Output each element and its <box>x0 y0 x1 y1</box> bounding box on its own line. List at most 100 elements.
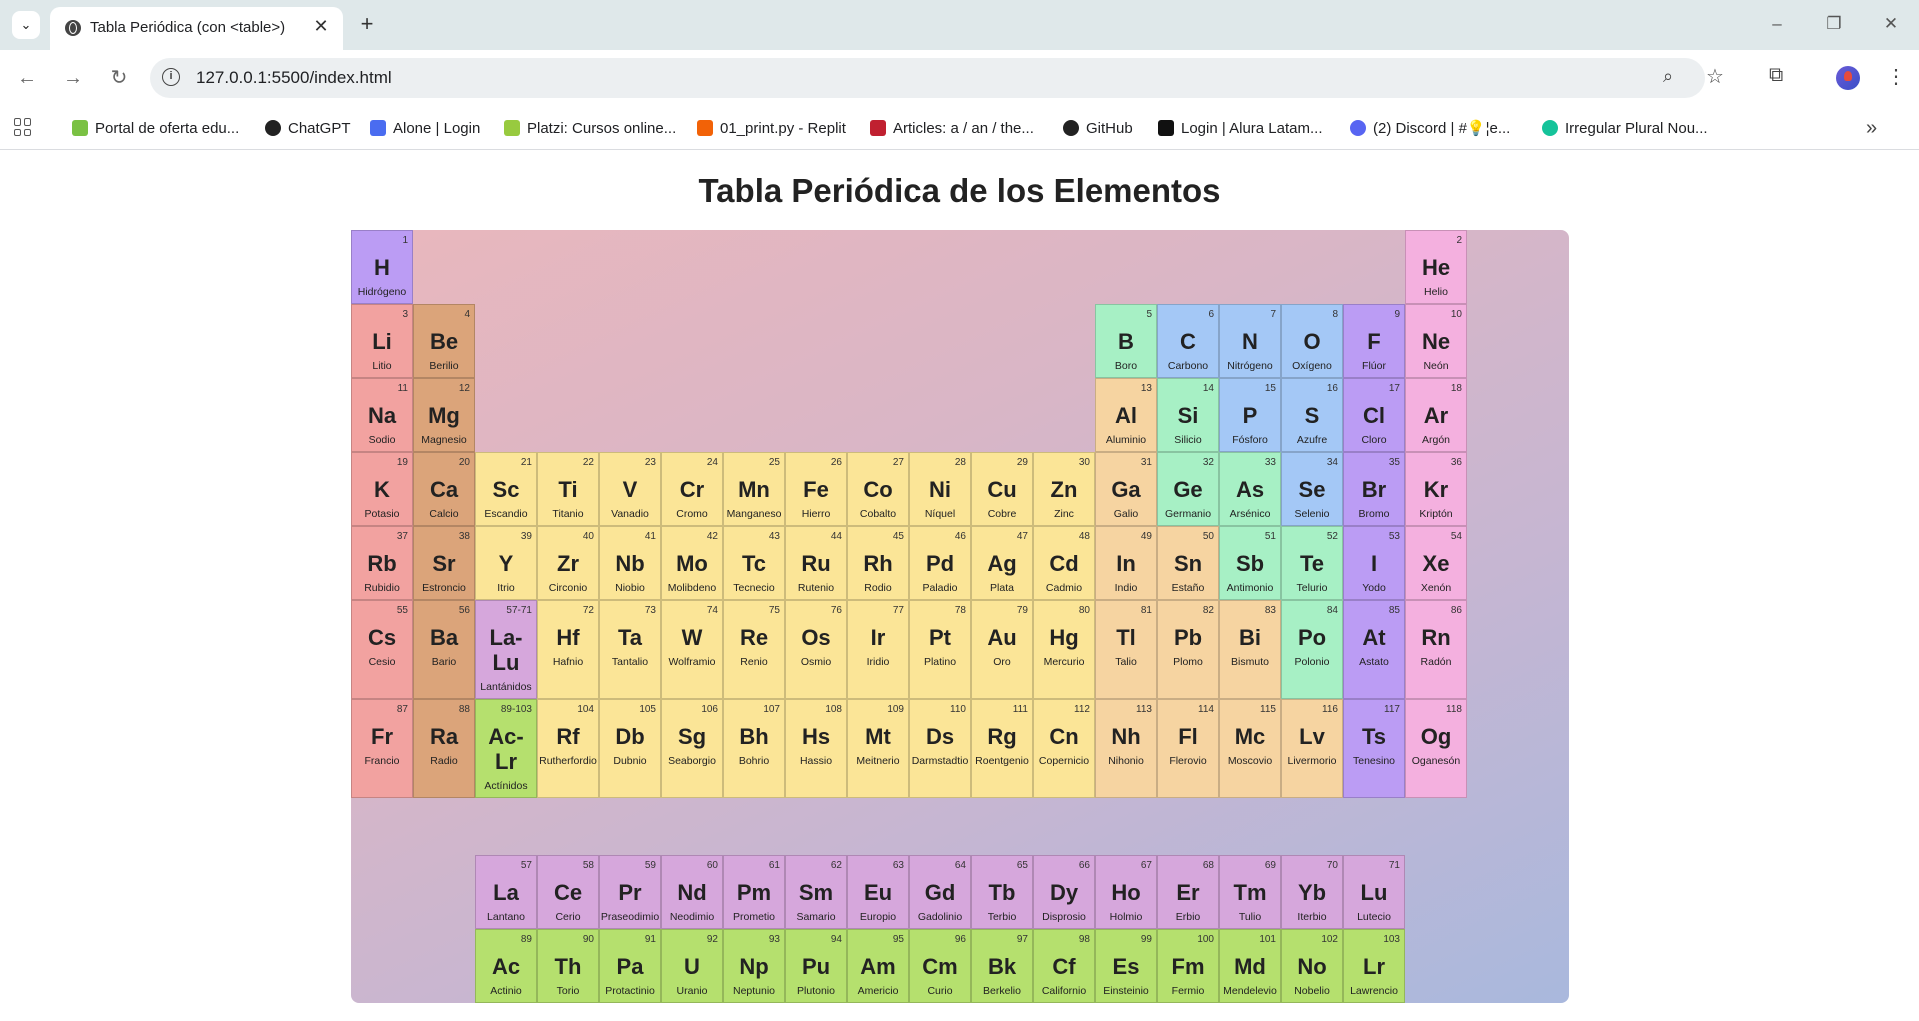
menu-kebab-icon[interactable]: ⋮ <box>1886 64 1906 89</box>
element-symbol: V <box>622 477 638 502</box>
atomic-number: 84 <box>1326 605 1338 616</box>
element-symbol: Pr <box>618 880 642 905</box>
bookmark-item[interactable]: 01_print.py - Replit <box>697 115 846 141</box>
element-symbol: Rh <box>863 551 893 576</box>
element-cell: 109 Mt Meitnerio <box>847 699 909 798</box>
atomic-number: 57 <box>520 860 532 871</box>
atomic-number: 75 <box>768 605 780 616</box>
tab-search-chevron-icon[interactable]: ⌄ <box>12 11 40 39</box>
bookmark-item[interactable]: Irregular Plural Nou... <box>1542 115 1708 141</box>
bookmark-item[interactable]: GitHub <box>1063 115 1133 141</box>
tab-close-icon[interactable]: ✕ <box>311 16 331 36</box>
active-tab[interactable]: Tabla Periódica (con <table>) ✕ <box>50 7 343 50</box>
element-cell: 22 Ti Titanio <box>537 452 599 526</box>
page-title: Tabla Periódica de los Elementos <box>698 172 1221 209</box>
bookmark-item[interactable]: Alone | Login <box>370 115 480 141</box>
bookmark-star-icon[interactable]: ☆ <box>1706 64 1724 89</box>
bookmark-item[interactable]: Portal de oferta edu... <box>72 115 239 141</box>
element-symbol: Dy <box>1049 880 1079 905</box>
extensions-puzzle-icon[interactable]: ⧉ <box>1769 64 1783 87</box>
atomic-number: 35 <box>1388 457 1400 468</box>
site-info-icon[interactable]: i <box>162 68 180 86</box>
atomic-number: 101 <box>1259 934 1276 945</box>
element-symbol: Ne <box>1421 329 1451 354</box>
element-cell: 19 K Potasio <box>351 452 413 526</box>
element-cell: 117 Ts Tenesino <box>1343 699 1405 798</box>
forward-arrow-icon[interactable]: → <box>61 66 85 90</box>
atomic-number: 27 <box>892 457 904 468</box>
atomic-number: 39 <box>520 531 532 542</box>
element-symbol: Br <box>1361 477 1387 502</box>
atomic-number: 12 <box>458 383 470 394</box>
atomic-number: 25 <box>768 457 780 468</box>
atomic-number: 34 <box>1326 457 1338 468</box>
close-window-icon[interactable]: ✕ <box>1878 14 1904 34</box>
bookmarks-overflow-icon[interactable]: » <box>1866 117 1877 140</box>
bookmark-item[interactable]: (2) Discord | #💡¦e... <box>1350 115 1510 141</box>
element-cell: 116 Lv Livermorio <box>1281 699 1343 798</box>
minimize-icon[interactable]: – <box>1764 14 1790 34</box>
element-symbol: Lv <box>1299 724 1325 749</box>
element-cell: 86 Rn Radón <box>1405 600 1467 699</box>
element-cell: 55 Cs Cesio <box>351 600 413 699</box>
element-cell: 4 Be Berilio <box>413 304 475 378</box>
profile-avatar[interactable] <box>1836 66 1860 90</box>
zoom-out-icon[interactable]: ⌕ <box>1663 66 1673 87</box>
atomic-number: 71 <box>1388 860 1400 871</box>
apps-grid-icon[interactable] <box>14 118 32 136</box>
element-symbol: Ag <box>987 551 1017 576</box>
element-symbol: Hs <box>801 724 831 749</box>
browser-toolbar: ← → ↻ i 127.0.0.1:5500/index.html ⌕ ☆ ⧉ … <box>0 50 1919 107</box>
element-symbol: Os <box>801 625 831 650</box>
element-symbol: Tb <box>988 880 1016 905</box>
element-symbol: Es <box>1112 954 1140 979</box>
element-symbol: Rn <box>1421 625 1451 650</box>
element-cell: 40 Zr Circonio <box>537 526 599 600</box>
back-arrow-icon[interactable]: ← <box>15 66 39 90</box>
new-tab-plus-icon[interactable]: + <box>355 12 379 36</box>
reload-icon[interactable]: ↻ <box>107 66 131 90</box>
atomic-number: 79 <box>1016 605 1028 616</box>
atomic-number: 116 <box>1322 704 1338 715</box>
atomic-number: 37 <box>396 531 408 542</box>
atomic-number: 65 <box>1016 860 1028 871</box>
bookmark-item[interactable]: Platzi: Cursos online... <box>504 115 676 141</box>
atomic-number: 93 <box>768 934 780 945</box>
element-cell: 103 Lr Lawrencio <box>1343 929 1405 1003</box>
element-cell: 79 Au Oro <box>971 600 1033 699</box>
element-cell: 12 Mg Magnesio <box>413 378 475 452</box>
element-cell: 95 Am Americio <box>847 929 909 1003</box>
element-name: Helio <box>1424 286 1448 298</box>
atomic-number: 104 <box>577 704 594 715</box>
bookmark-item[interactable]: Articles: a / an / the... <box>870 115 1034 141</box>
alura-icon <box>1158 120 1174 136</box>
address-bar[interactable]: i 127.0.0.1:5500/index.html ⌕ ☆ <box>150 58 1724 98</box>
element-symbol: Yb <box>1297 880 1327 905</box>
atomic-number: 48 <box>1078 531 1090 542</box>
element-symbol: Hg <box>1049 625 1079 650</box>
element-symbol: Sg <box>677 724 707 749</box>
atomic-number: 68 <box>1202 860 1214 871</box>
atomic-number: 83 <box>1264 605 1276 616</box>
bookmark-item[interactable]: ChatGPT <box>265 115 351 141</box>
element-symbol: Be <box>429 329 459 354</box>
element-symbol: Pb <box>1173 625 1203 650</box>
atomic-number: 38 <box>458 531 470 542</box>
atomic-number: 1 <box>402 235 408 246</box>
restore-icon[interactable]: ❐ <box>1821 14 1847 34</box>
element-cell: 102 No Nobelio <box>1281 929 1343 1003</box>
bookmark-label: (2) Discord | #💡¦e... <box>1373 120 1511 137</box>
element-cell: 32 Ge Germanio <box>1157 452 1219 526</box>
element-cell: 31 Ga Galio <box>1095 452 1157 526</box>
platzi-icon <box>504 120 520 136</box>
element-cell: 90 Th Torio <box>537 929 599 1003</box>
element-symbol: Ac- Lr <box>488 724 524 774</box>
bookmark-item[interactable]: Login | Alura Latam... <box>1158 115 1322 141</box>
url-text[interactable]: 127.0.0.1:5500/index.html <box>196 68 392 88</box>
article-icon <box>870 120 886 136</box>
element-symbol: H <box>374 255 390 280</box>
atomic-number: 44 <box>830 531 842 542</box>
element-cell: 34 Se Selenio <box>1281 452 1343 526</box>
element-symbol: Lu <box>1360 880 1388 905</box>
element-cell: 67 Ho Holmio <box>1095 855 1157 929</box>
